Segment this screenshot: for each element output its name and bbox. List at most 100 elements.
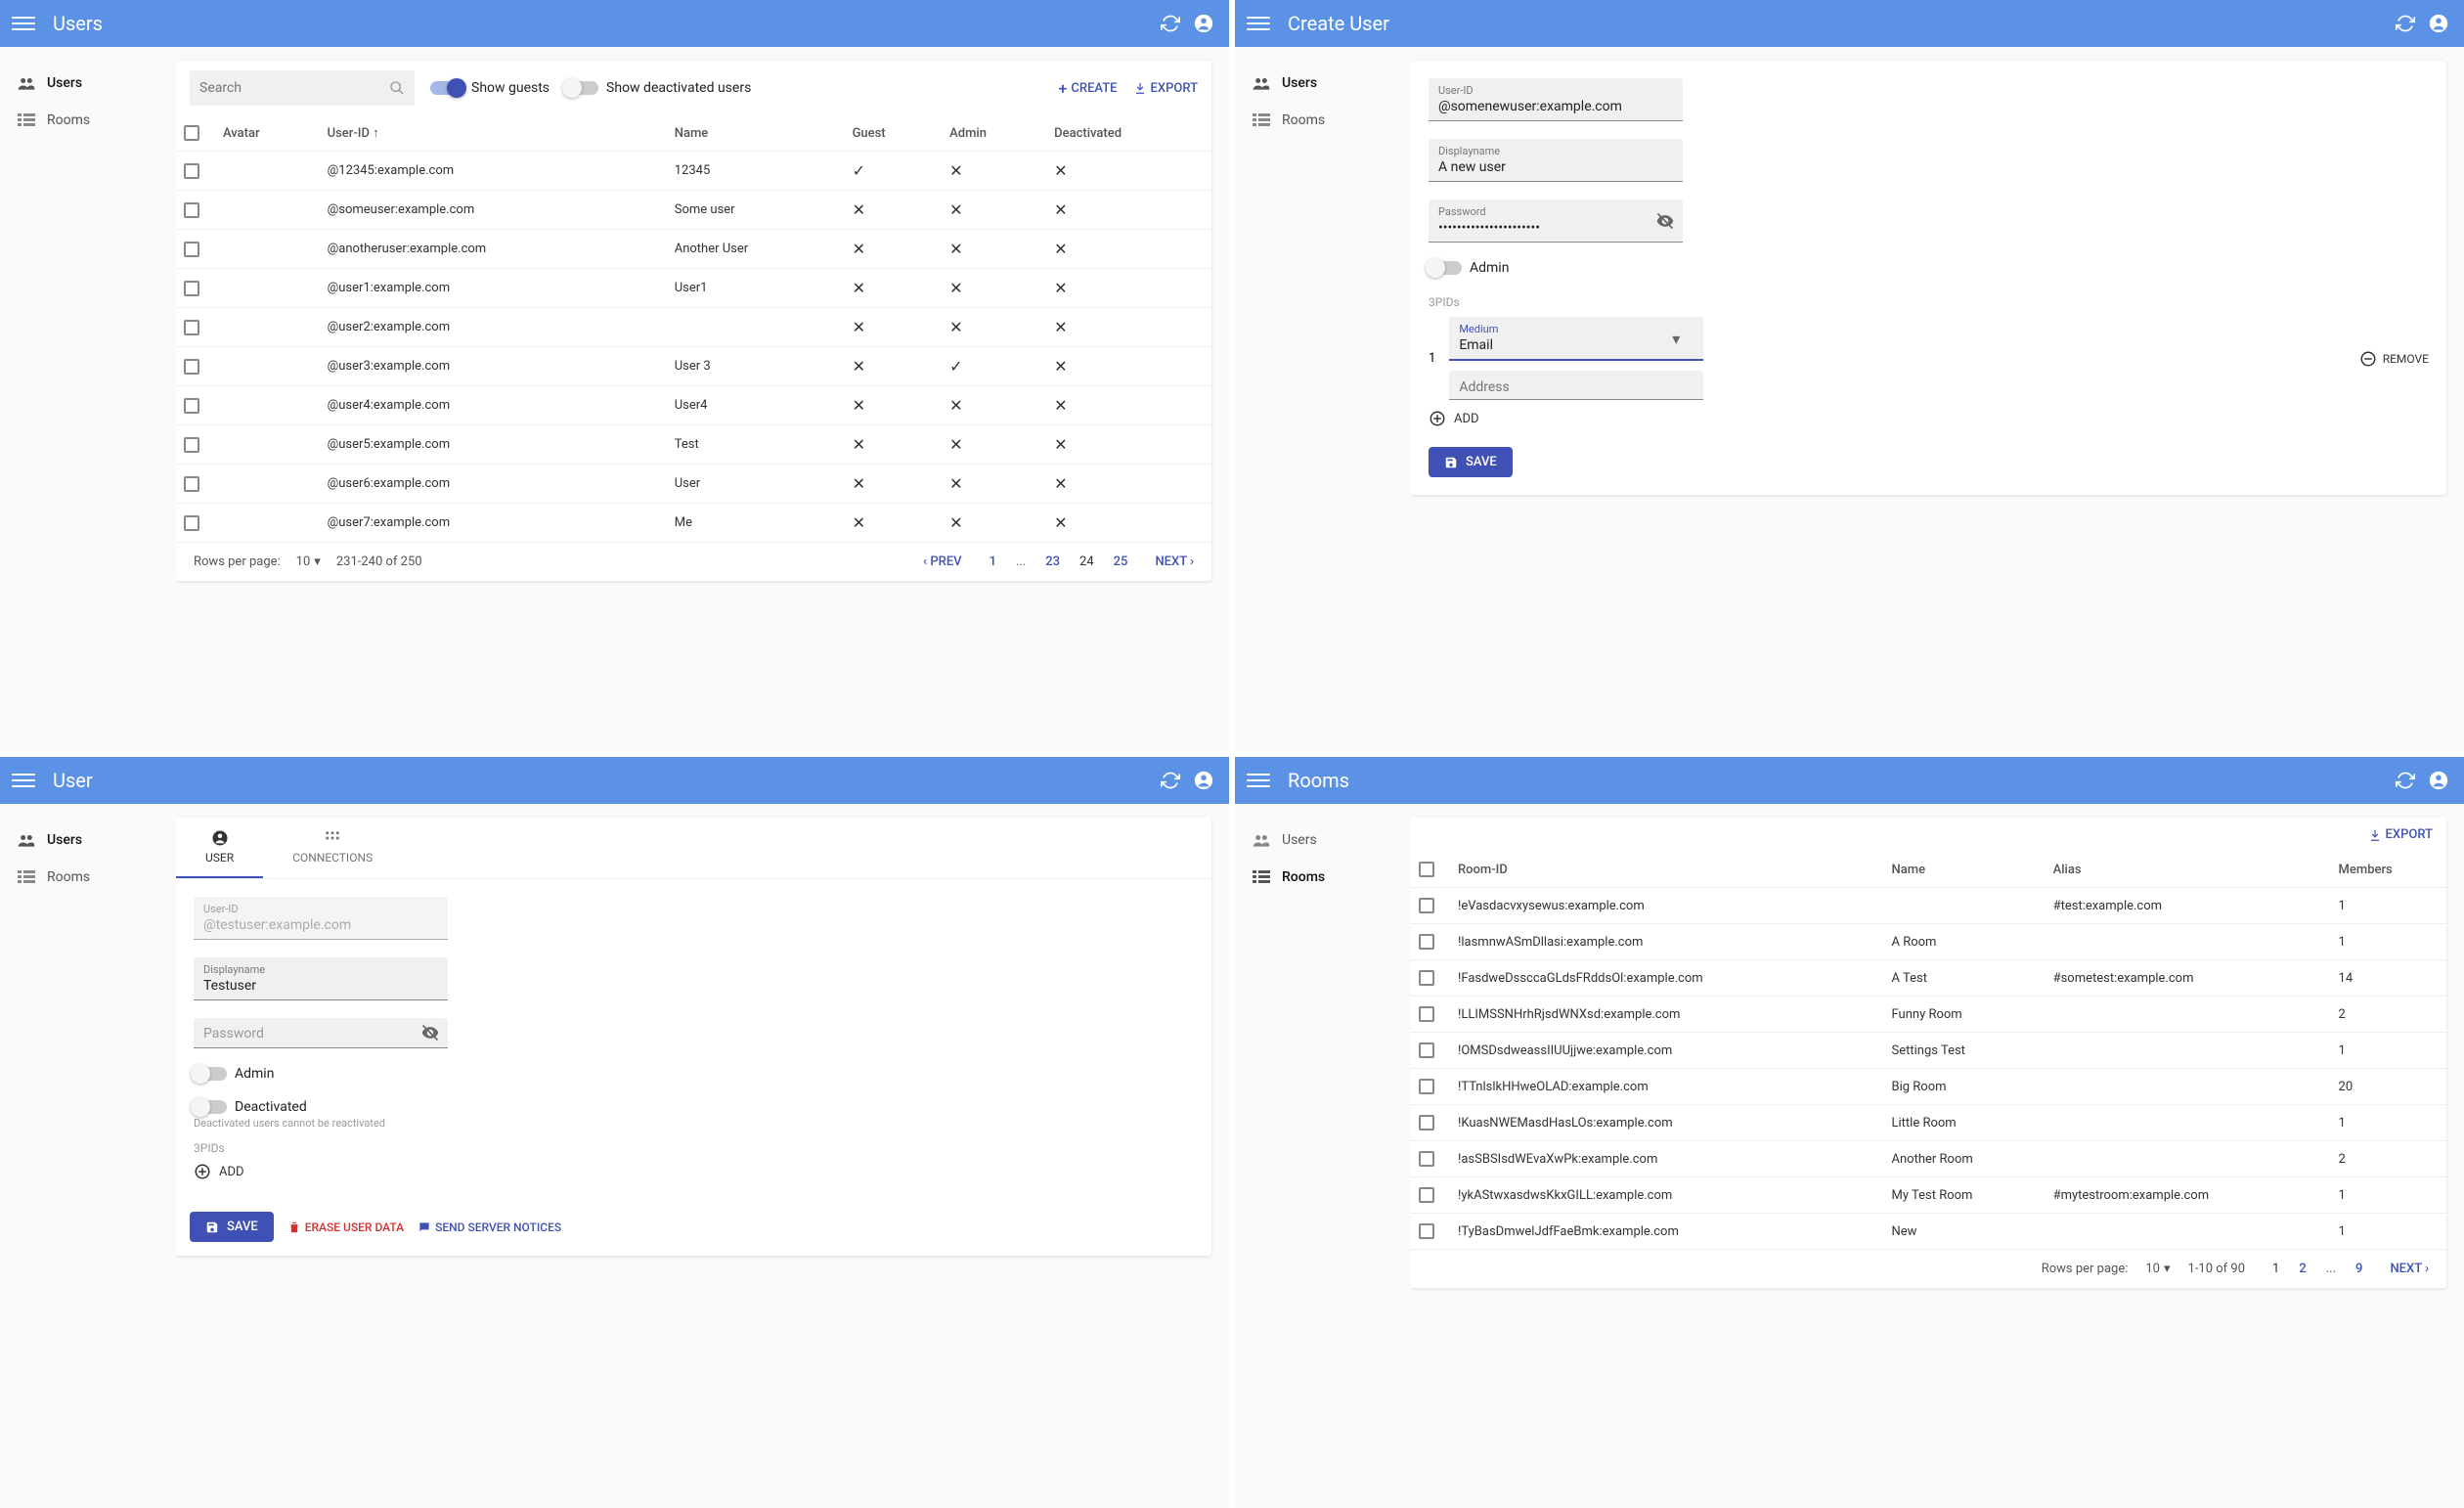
table-row[interactable]: !LLIMSSNHrhRjsdWNXsd:example.comFunny Ro… bbox=[1411, 997, 2446, 1033]
row-checkbox[interactable] bbox=[1419, 1151, 1434, 1167]
refresh-icon[interactable] bbox=[1157, 767, 1184, 794]
sidebar-item-users[interactable]: Users bbox=[1245, 821, 1401, 859]
row-checkbox[interactable] bbox=[1419, 970, 1434, 986]
send-notice-button[interactable]: SEND SERVER NOTICES bbox=[418, 1220, 561, 1234]
export-button[interactable]: EXPORT bbox=[2368, 827, 2433, 842]
remove-button[interactable]: REMOVE bbox=[2359, 350, 2429, 368]
show-deactivated-toggle[interactable] bbox=[565, 81, 598, 95]
rows-per-page-select[interactable]: 10 ▾ bbox=[2145, 1262, 2170, 1276]
row-checkbox[interactable] bbox=[1419, 1079, 1434, 1094]
col-deactivated[interactable]: Deactivated bbox=[1046, 115, 1211, 152]
tab-user[interactable]: USER bbox=[176, 818, 263, 878]
row-checkbox[interactable] bbox=[1419, 934, 1434, 950]
medium-select[interactable]: Medium Email ▾ bbox=[1449, 317, 1703, 361]
row-checkbox[interactable] bbox=[1419, 1187, 1434, 1203]
col-guest[interactable]: Guest bbox=[845, 115, 943, 152]
table-row[interactable]: !ykAStwxasdwsKkxGILL:example.comMy Test … bbox=[1411, 1177, 2446, 1214]
table-row[interactable]: @user5:example.comTest✕✕✕ bbox=[176, 425, 1211, 465]
admin-toggle[interactable] bbox=[1429, 261, 1462, 275]
sidebar-item-users[interactable]: Users bbox=[10, 65, 166, 102]
create-button[interactable]: +CREATE bbox=[1059, 79, 1118, 98]
col-userid[interactable]: User-ID ↑ bbox=[320, 115, 667, 152]
page-number[interactable]: 1 bbox=[2272, 1262, 2279, 1276]
col-members[interactable]: Members bbox=[2331, 852, 2446, 888]
table-row[interactable]: @someuser:example.comSome user✕✕✕ bbox=[176, 191, 1211, 230]
row-checkbox[interactable] bbox=[1419, 1042, 1434, 1058]
visibility-toggle-icon[interactable] bbox=[420, 1023, 440, 1042]
col-name[interactable]: Name bbox=[1884, 852, 2046, 888]
table-row[interactable]: @anotheruser:example.comAnother User✕✕✕ bbox=[176, 230, 1211, 269]
account-icon[interactable] bbox=[1190, 10, 1217, 37]
table-row[interactable]: !TyBasDmwelJdfFaeBmk:example.comNew1 bbox=[1411, 1214, 2446, 1250]
refresh-icon[interactable] bbox=[2392, 767, 2419, 794]
select-all-checkbox[interactable] bbox=[184, 125, 199, 141]
sidebar-item-rooms[interactable]: Rooms bbox=[10, 859, 166, 896]
password-field[interactable]: Password bbox=[194, 1018, 448, 1048]
account-icon[interactable] bbox=[1190, 767, 1217, 794]
sidebar-item-rooms[interactable]: Rooms bbox=[1245, 859, 1401, 896]
add-button[interactable]: ADD bbox=[194, 1163, 1194, 1180]
page-number[interactable]: 25 bbox=[1114, 554, 1128, 569]
sidebar-item-rooms[interactable]: Rooms bbox=[1245, 102, 1401, 139]
col-name[interactable]: Name bbox=[667, 115, 845, 152]
save-button[interactable]: SAVE bbox=[190, 1212, 274, 1242]
row-checkbox[interactable] bbox=[184, 515, 199, 531]
refresh-icon[interactable] bbox=[1157, 10, 1184, 37]
menu-icon[interactable] bbox=[12, 769, 35, 792]
table-row[interactable]: @user6:example.comUser✕✕✕ bbox=[176, 465, 1211, 504]
table-row[interactable]: !asSBSIsdWEvaXwPk:example.comAnother Roo… bbox=[1411, 1141, 2446, 1177]
sidebar-item-rooms[interactable]: Rooms bbox=[10, 102, 166, 139]
row-checkbox[interactable] bbox=[184, 359, 199, 375]
page-number[interactable]: 9 bbox=[2355, 1262, 2362, 1276]
page-number[interactable]: 24 bbox=[1079, 554, 1094, 569]
row-checkbox[interactable] bbox=[184, 163, 199, 179]
export-button[interactable]: EXPORT bbox=[1133, 81, 1198, 96]
col-admin[interactable]: Admin bbox=[942, 115, 1046, 152]
col-roomid[interactable]: Room-ID bbox=[1450, 852, 1884, 888]
menu-icon[interactable] bbox=[1247, 769, 1270, 792]
account-icon[interactable] bbox=[2425, 767, 2452, 794]
next-button[interactable]: NEXT › bbox=[2390, 1262, 2429, 1276]
page-number[interactable]: 1 bbox=[990, 554, 996, 569]
password-field[interactable]: Password •••••••••••••••••••••• bbox=[1429, 200, 1683, 243]
table-row[interactable]: !FasdweDssccaGLdsFRddsOl:example.comA Te… bbox=[1411, 960, 2446, 997]
search-input[interactable] bbox=[190, 70, 415, 106]
displayname-field[interactable]: Displayname A new user bbox=[1429, 139, 1683, 182]
erase-user-button[interactable]: ERASE USER DATA bbox=[287, 1220, 404, 1234]
row-checkbox[interactable] bbox=[184, 476, 199, 492]
admin-toggle[interactable] bbox=[194, 1067, 227, 1081]
page-number[interactable]: 2 bbox=[2299, 1262, 2306, 1276]
table-row[interactable]: @user7:example.comMe✕✕✕ bbox=[176, 504, 1211, 543]
table-row[interactable]: !TTnlslkHHweOLAD:example.comBig Room20 bbox=[1411, 1069, 2446, 1105]
prev-button[interactable]: ‹ PREV bbox=[923, 554, 961, 569]
row-checkbox[interactable] bbox=[1419, 1115, 1434, 1131]
table-row[interactable]: !OMSDsdweassIIUUjjwe:example.comSettings… bbox=[1411, 1033, 2446, 1069]
userid-field[interactable]: User-ID @somenewuser:example.com bbox=[1429, 78, 1683, 121]
table-row[interactable]: @user3:example.comUser 3✕✓✕ bbox=[176, 347, 1211, 386]
menu-icon[interactable] bbox=[12, 12, 35, 35]
add-button[interactable]: ADD bbox=[1429, 410, 2429, 427]
table-row[interactable]: @12345:example.com12345✓✕✕ bbox=[176, 152, 1211, 191]
row-checkbox[interactable] bbox=[184, 398, 199, 414]
row-checkbox[interactable] bbox=[184, 320, 199, 335]
row-checkbox[interactable] bbox=[184, 242, 199, 257]
table-row[interactable]: @user2:example.com✕✕✕ bbox=[176, 308, 1211, 347]
show-guests-toggle[interactable] bbox=[430, 81, 463, 95]
row-checkbox[interactable] bbox=[1419, 1006, 1434, 1022]
page-number[interactable]: 23 bbox=[1045, 554, 1060, 569]
deactivated-toggle[interactable] bbox=[194, 1100, 227, 1114]
table-row[interactable]: !lasmnwASmDllasi:example.comA Room1 bbox=[1411, 924, 2446, 960]
row-checkbox[interactable] bbox=[184, 202, 199, 218]
next-button[interactable]: NEXT › bbox=[1155, 554, 1194, 569]
col-alias[interactable]: Alias bbox=[2046, 852, 2331, 888]
displayname-field[interactable]: Displayname Testuser bbox=[194, 957, 448, 1000]
row-checkbox[interactable] bbox=[184, 281, 199, 296]
address-field[interactable] bbox=[1449, 371, 1703, 400]
table-row[interactable]: @user4:example.comUser4✕✕✕ bbox=[176, 386, 1211, 425]
account-icon[interactable] bbox=[2425, 10, 2452, 37]
refresh-icon[interactable] bbox=[2392, 10, 2419, 37]
menu-icon[interactable] bbox=[1247, 12, 1270, 35]
table-row[interactable]: !KuasNWEMasdHasLOs:example.comLittle Roo… bbox=[1411, 1105, 2446, 1141]
row-checkbox[interactable] bbox=[1419, 898, 1434, 913]
rows-per-page-select[interactable]: 10 ▾ bbox=[296, 554, 321, 569]
